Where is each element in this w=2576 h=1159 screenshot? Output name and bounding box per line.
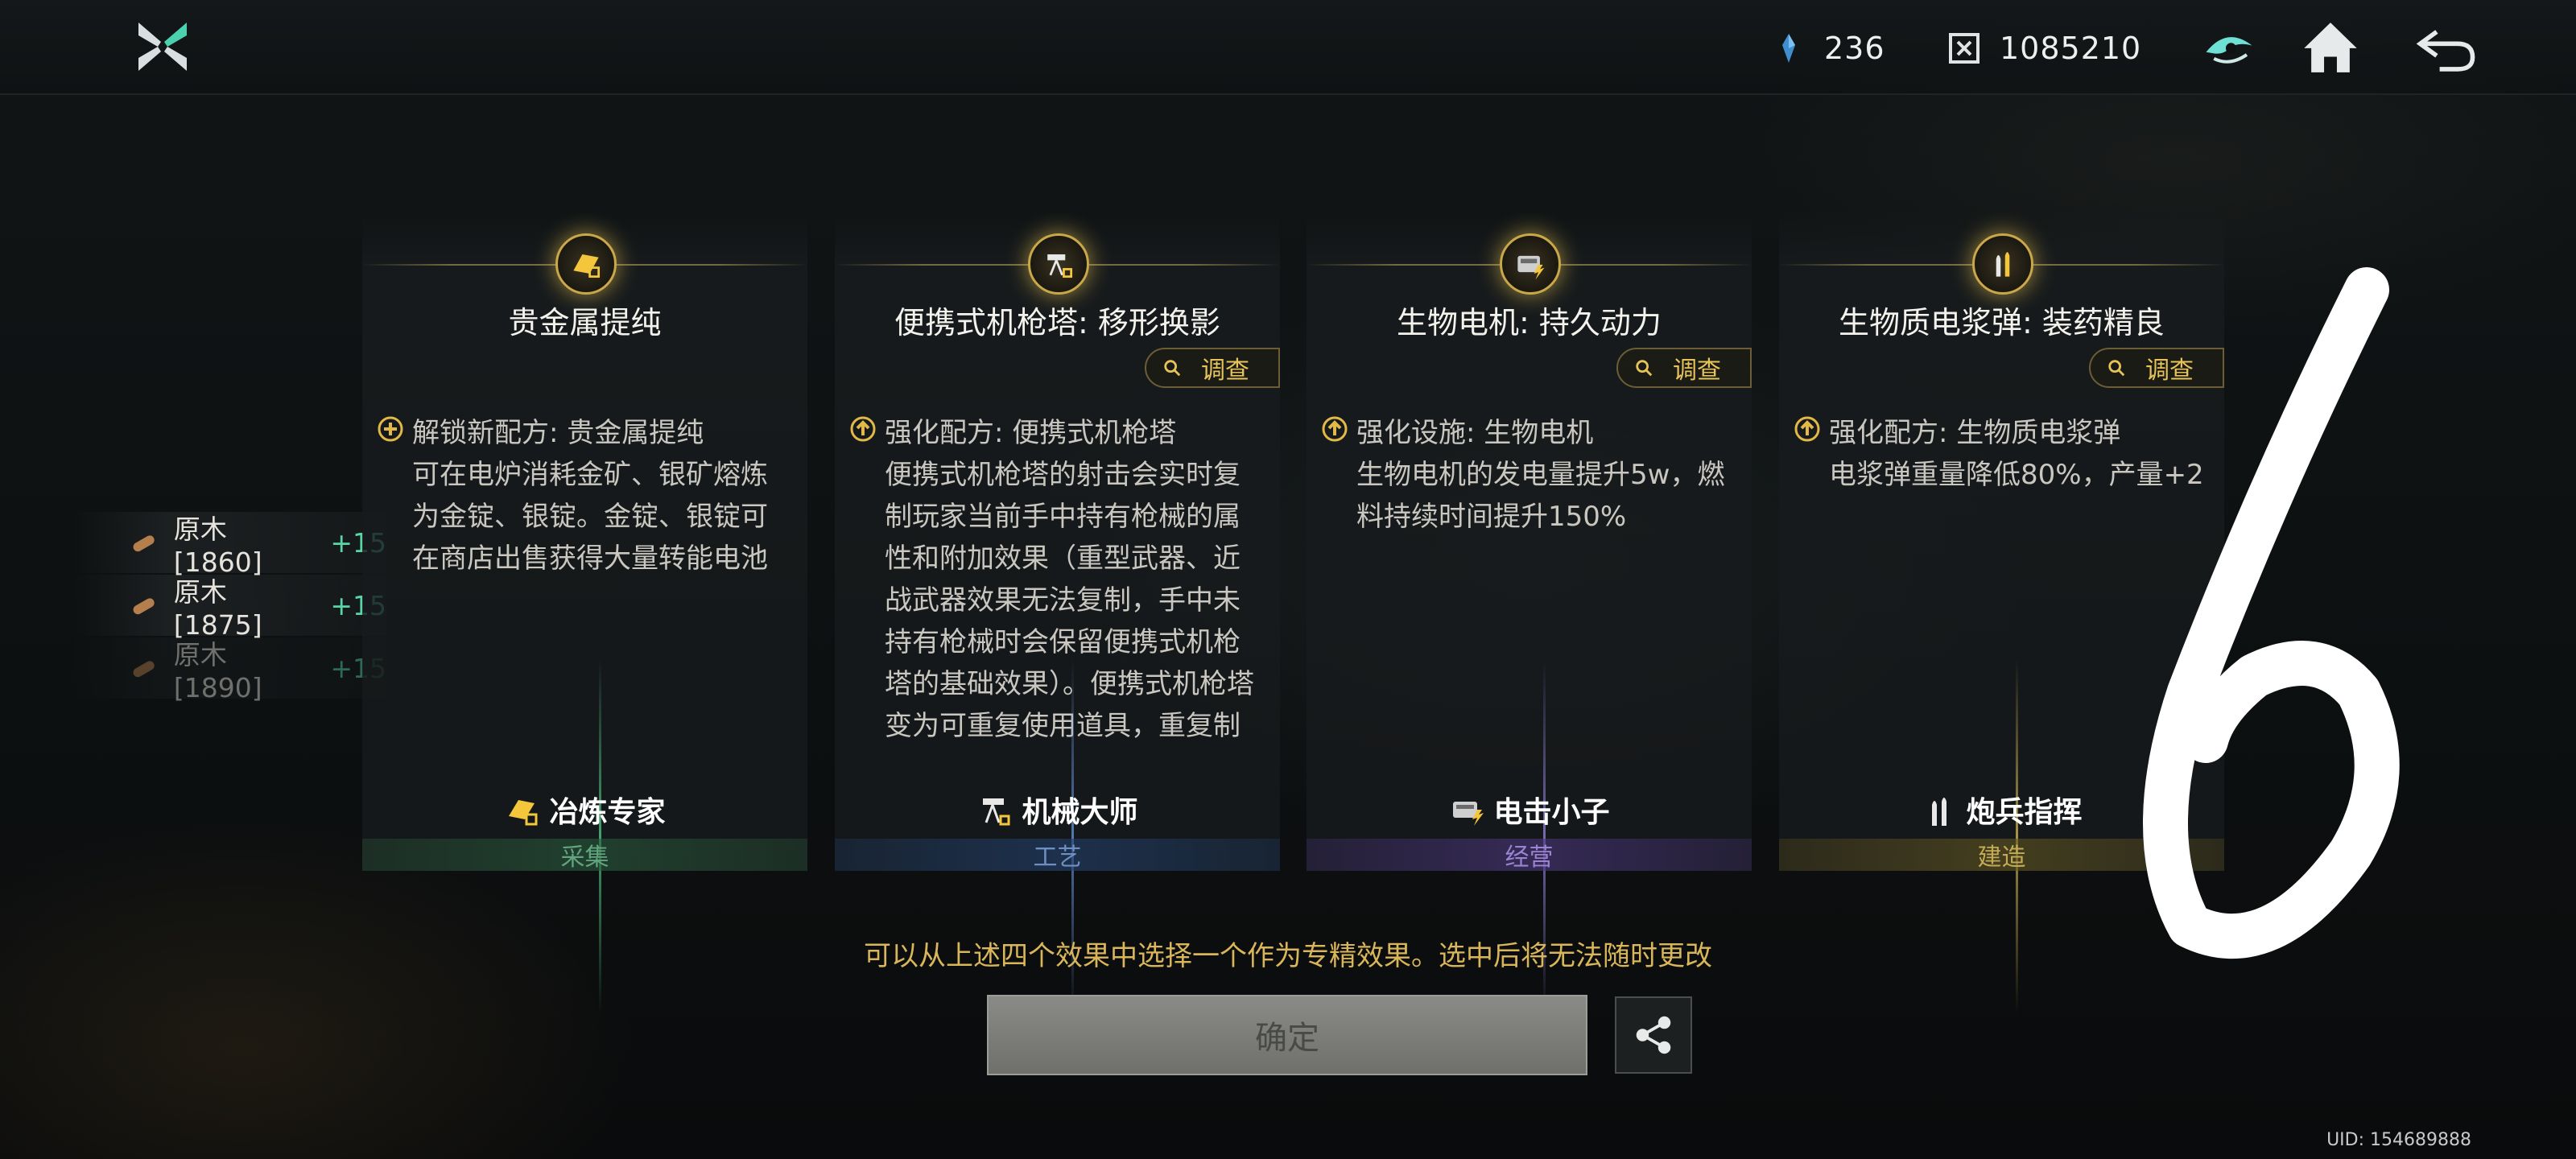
card-title: 贵金属提纯 — [508, 305, 662, 340]
specialist-name: 炮兵指挥 — [1966, 796, 2083, 829]
search-icon — [2108, 360, 2125, 377]
material-name: 原木 [1890] — [173, 638, 262, 703]
search-icon — [1164, 360, 1181, 377]
card-effect-text: 强化设施: 生物电机 生物电机的发电量提升5w，燃料持续时间提升150% — [1356, 417, 1725, 533]
investigate-button[interactable]: 调查 — [2089, 348, 2224, 388]
card-effect: 强化配方: 生物质电浆弹 电浆弹重量降低80%，产量+2 — [1794, 412, 2207, 496]
specialization-card-turret[interactable]: 便携式机枪塔: 移形换影 调查 强化配方: 便携式机枪塔 便携式机枪塔的射击会实… — [835, 209, 1280, 1014]
specialist-name: 冶炼专家 — [549, 796, 666, 829]
investigate-button[interactable]: 调查 — [1616, 348, 1752, 388]
log-icon — [133, 598, 155, 615]
list-item[interactable]: 原木 [1875] +15 — [72, 575, 386, 641]
specialist-badge: 炮兵指挥 — [1779, 789, 2224, 831]
card-effect: 强化配方: 便携式机枪塔 便携式机枪塔的射击会实时复制玩家当前手中持有枪械的属性… — [849, 412, 1262, 750]
specialization-card-motor[interactable]: 生物电机: 持久动力 调查 强化设施: 生物电机 生物电机的发电量提升5w，燃料… — [1307, 209, 1752, 1014]
specialist-name: 机械大师 — [1022, 796, 1138, 829]
currency-chip-icon — [1949, 33, 1979, 64]
ammo-icon — [1972, 233, 2033, 295]
generator-icon — [1500, 233, 1561, 295]
share-button[interactable] — [1615, 996, 1692, 1074]
card-effect: 强化设施: 生物电机 生物电机的发电量提升5w，燃料持续时间提升150% — [1321, 412, 1734, 538]
turret-icon — [1028, 233, 1089, 295]
confirm-button[interactable]: 确定 — [987, 995, 1587, 1075]
upgrade-arrow-icon — [1794, 416, 1820, 442]
selection-hint: 可以从上述四个效果中选择一个作为专精效果。选中后将无法随时更改 — [864, 940, 1712, 972]
resource-currency: 1085210 — [1946, 24, 2141, 72]
artillery-icon — [1932, 798, 1947, 826]
electrician-icon — [1453, 802, 1484, 826]
specialist-badge: 电击小子 — [1307, 789, 1752, 831]
user-id: UID: 154689888 — [2326, 1130, 2471, 1150]
card-title: 生物质电浆弹: 装药精良 — [1839, 305, 2165, 340]
smelter-icon — [509, 800, 538, 826]
home-icon — [2304, 23, 2357, 72]
assist-button[interactable] — [2194, 13, 2264, 82]
specialist-name: 电击小子 — [1493, 796, 1610, 829]
card-effect-text: 强化配方: 生物质电浆弹 电浆弹重量降低80%，产量+2 — [1829, 417, 2204, 491]
investigate-label: 调查 — [1673, 357, 1721, 385]
resource-crystal-value: 236 — [1824, 31, 1885, 66]
game-logo-icon[interactable] — [134, 18, 192, 76]
specialization-card-smelting[interactable]: 贵金属提纯 解锁新配方: 贵金属提纯 可在电炉消耗金矿、银矿熔炼为金锭、银锭。金… — [362, 209, 807, 1014]
material-name: 原木 [1860] — [173, 513, 262, 578]
card-category: 采集 — [362, 839, 807, 872]
log-icon — [133, 661, 155, 678]
assist-eye-icon — [2206, 37, 2252, 64]
card-title: 便携式机枪塔: 移形换影 — [894, 305, 1220, 340]
card-category: 建造 — [1779, 839, 2224, 872]
upgrade-arrow-icon — [850, 416, 876, 442]
investigate-button[interactable]: 调查 — [1145, 348, 1280, 388]
gold-bar-icon — [555, 233, 617, 295]
card-category: 经营 — [1307, 839, 1752, 872]
material-list: 原木 [1860] +15 原木 [1875] +15 原木 [1890] +1… — [72, 512, 386, 703]
card-category: 工艺 — [835, 839, 1280, 872]
mechanic-icon — [983, 798, 1010, 826]
upgrade-arrow-icon — [1322, 416, 1348, 442]
list-item[interactable]: 原木 [1890] +15 — [72, 637, 386, 703]
card-effect-text: 解锁新配方: 贵金属提纯 可在电炉消耗金矿、银矿熔炼为金锭、银锭。金锭、银锭可在… — [412, 417, 768, 575]
specialist-badge: 机械大师 — [835, 789, 1280, 831]
resource-crystal: 236 — [1771, 24, 1885, 72]
resource-currency-value: 1085210 — [2000, 31, 2142, 66]
share-icon — [1636, 1016, 1671, 1054]
card-effect: 解锁新配方: 贵金属提纯 可在电炉消耗金矿、银矿熔炼为金锭、银锭。金锭、银锭可在… — [377, 412, 790, 580]
card-title: 生物电机: 持久动力 — [1397, 305, 1662, 340]
search-icon — [1636, 360, 1653, 377]
back-arrow-icon — [2416, 30, 2475, 72]
crystal-shard-icon — [1782, 34, 1795, 63]
specialist-badge: 冶炼专家 — [362, 789, 807, 831]
back-button[interactable] — [2412, 13, 2481, 82]
log-icon — [133, 535, 155, 552]
specialization-card-plasma[interactable]: 生物质电浆弹: 装药精良 调查 强化配方: 生物质电浆弹 电浆弹重量降低80%，… — [1779, 209, 2224, 1014]
home-button[interactable] — [2296, 13, 2365, 82]
material-name: 原木 [1875] — [173, 575, 262, 641]
investigate-label: 调查 — [2145, 357, 2194, 385]
list-item[interactable]: 原木 [1860] +15 — [72, 512, 386, 578]
top-bar: 236 1085210 — [0, 0, 2576, 95]
unlock-plus-icon — [378, 416, 403, 442]
investigate-label: 调查 — [1201, 357, 1249, 385]
